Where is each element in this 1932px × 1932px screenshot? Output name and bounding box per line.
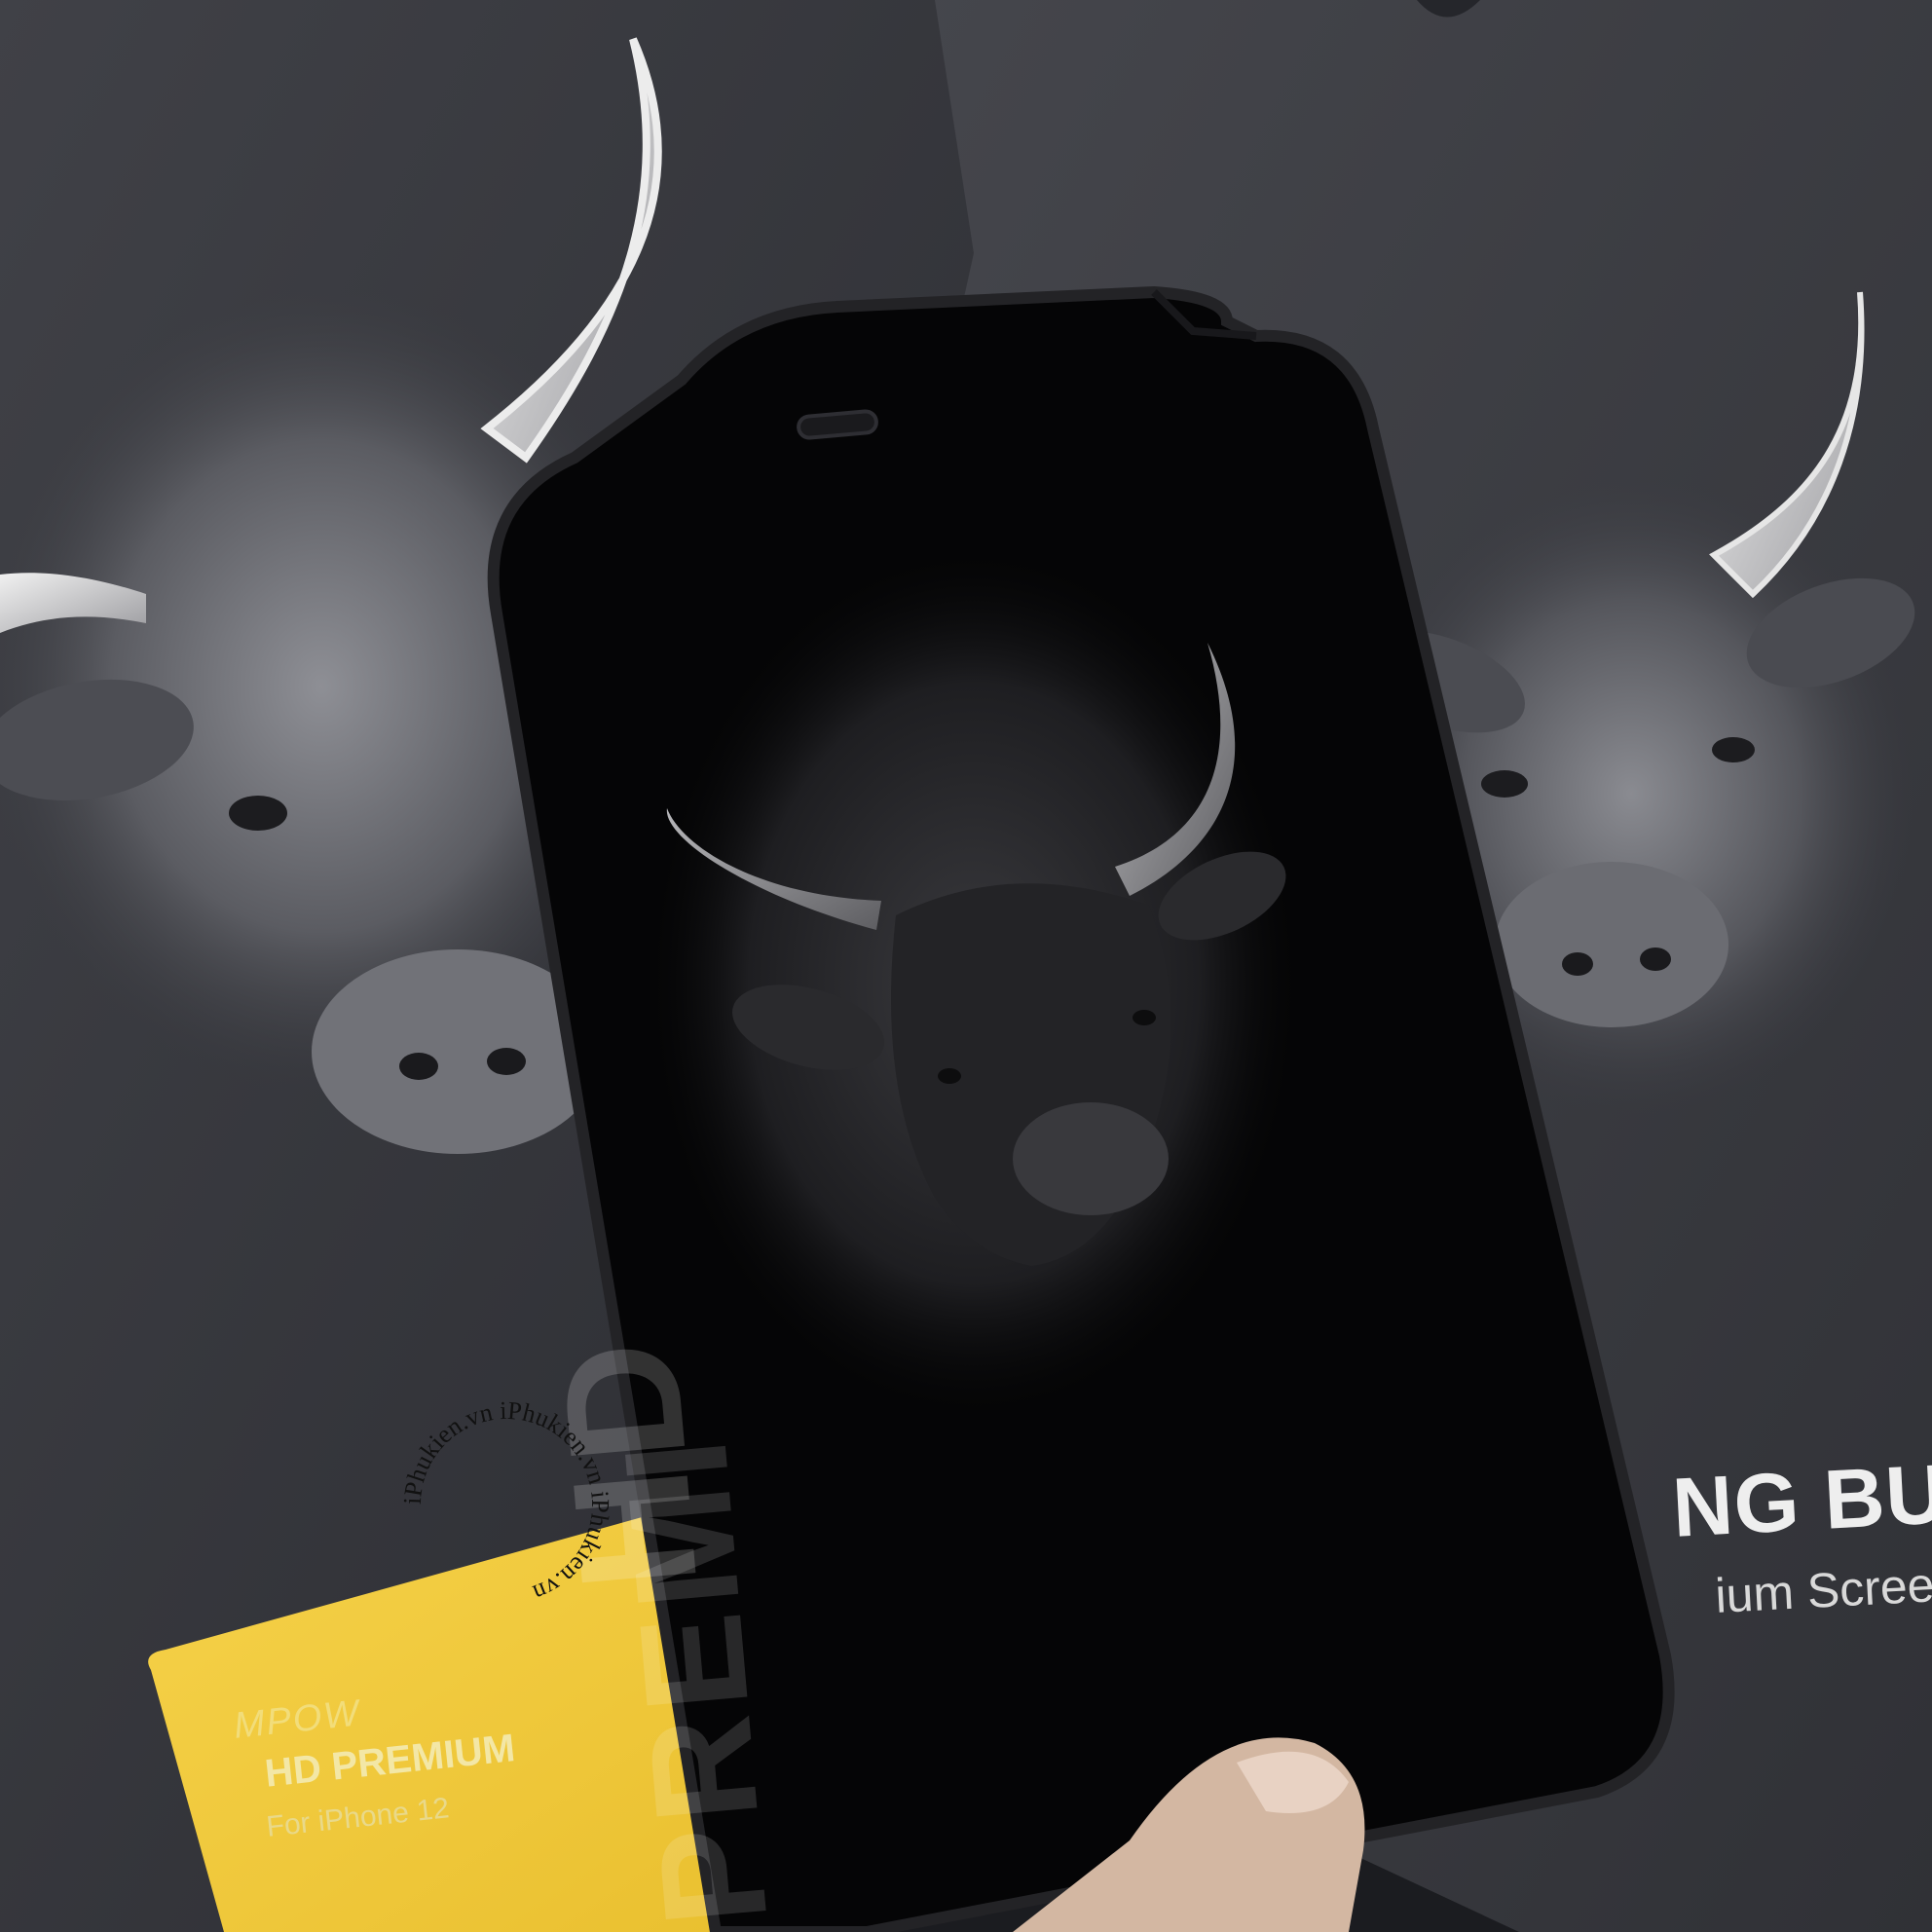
watermark-logo: iPhukien.vn iPhukien.vn iPhukien.vn <box>398 1396 614 1608</box>
watermark-text: iPhukien.vn iPhukien.vn iPhukien.vn <box>398 1396 614 1608</box>
right-box-title: NG BULL <box>1670 1441 1932 1555</box>
photo-scene <box>0 0 1932 1932</box>
earpiece-slot <box>797 409 878 440</box>
svg-text:iPhukien.vn iPhukien.vn iPhu: iPhukien.vn iPhukien.vn iPhukien.vn <box>398 1396 614 1608</box>
